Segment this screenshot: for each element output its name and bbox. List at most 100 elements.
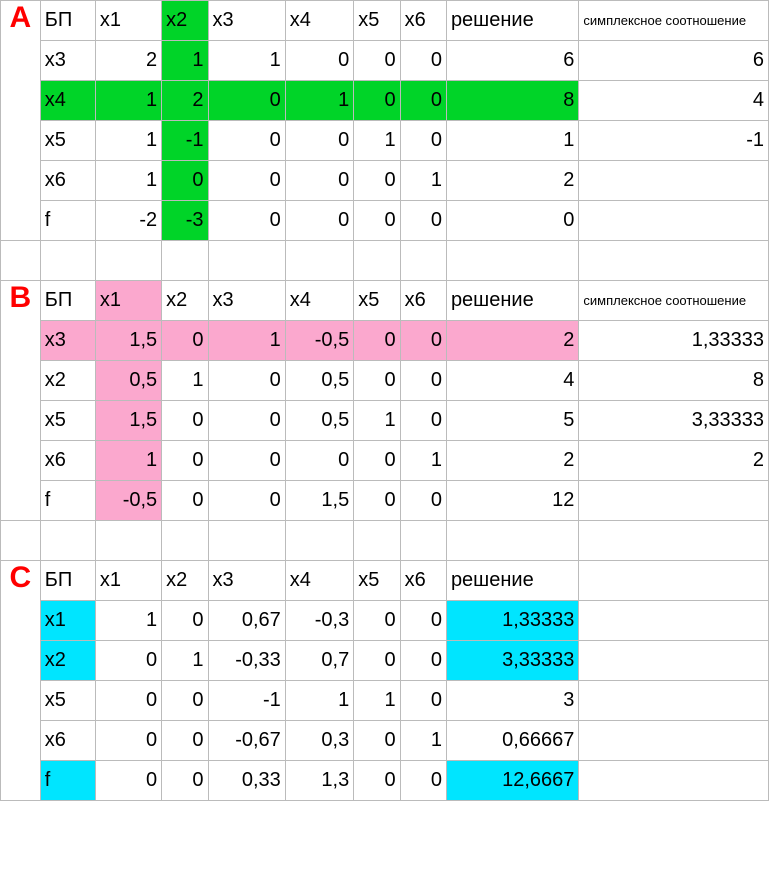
cell-ratio (579, 721, 769, 761)
cell: 0 (208, 201, 285, 241)
cell: 0 (354, 641, 400, 681)
table-row: x4 1 2 0 1 0 0 8 4 (1, 81, 769, 121)
cell: 0 (400, 121, 446, 161)
col-header-x2: x2 (162, 561, 208, 601)
col-header-bp: БП (40, 281, 95, 321)
cell-bp: x5 (40, 681, 95, 721)
cell: 0 (285, 161, 353, 201)
cell: 0 (400, 81, 446, 121)
section-label-a: A (1, 1, 41, 241)
cell-solution: 3 (446, 681, 578, 721)
cell: 1 (354, 681, 400, 721)
cell-solution: 12,6667 (446, 761, 578, 801)
cell-ratio: 6 (579, 41, 769, 81)
col-header-ratio: симплексное соотношение (579, 1, 769, 41)
cell: 0 (354, 321, 400, 361)
cell: 1 (400, 441, 446, 481)
table-row: x6 0 0 -0,67 0,3 0 1 0,66667 (1, 721, 769, 761)
cell: 0 (162, 481, 208, 521)
cell: 0 (400, 201, 446, 241)
cell: 0,5 (285, 361, 353, 401)
cell-solution: 2 (446, 321, 578, 361)
cell: -1 (162, 121, 208, 161)
cell: -3 (162, 201, 208, 241)
cell-bp: x3 (40, 321, 95, 361)
col-header-x6: x6 (400, 1, 446, 41)
cell: 0 (162, 681, 208, 721)
table-b-header-row: B БП x1 x2 x3 x4 x5 x6 решение симплексн… (1, 281, 769, 321)
cell: 0 (354, 361, 400, 401)
col-header-x4: x4 (285, 561, 353, 601)
cell-solution: 0,66667 (446, 721, 578, 761)
cell: 1 (400, 161, 446, 201)
col-header-x1: x1 (95, 561, 161, 601)
col-header-x3: x3 (208, 281, 285, 321)
col-header-x5: x5 (354, 561, 400, 601)
cell-bp: f (40, 481, 95, 521)
col-header-solution: решение (446, 561, 578, 601)
cell: 0 (162, 161, 208, 201)
cell: 0 (95, 681, 161, 721)
cell: 1 (208, 41, 285, 81)
col-header-solution: решение (446, 281, 578, 321)
cell: 0 (208, 441, 285, 481)
cell-solution: 6 (446, 41, 578, 81)
cell-bp: x4 (40, 81, 95, 121)
col-header-x3: x3 (208, 561, 285, 601)
col-header-x5: x5 (354, 281, 400, 321)
col-header-x6: x6 (400, 561, 446, 601)
spacer-row (1, 521, 769, 561)
cell: 0 (285, 441, 353, 481)
cell: 0 (208, 481, 285, 521)
table-c-header-row: C БП x1 x2 x3 x4 x5 x6 решение (1, 561, 769, 601)
cell: -0,33 (208, 641, 285, 681)
cell: 0 (208, 121, 285, 161)
section-label-b: B (1, 281, 41, 521)
cell-ratio: 1,33333 (579, 321, 769, 361)
cell: 0 (285, 41, 353, 81)
col-header-x5: x5 (354, 1, 400, 41)
cell: 0 (354, 201, 400, 241)
cell-solution: 2 (446, 161, 578, 201)
cell-bp: x1 (40, 601, 95, 641)
table-row: x3 1,5 0 1 -0,5 0 0 2 1,33333 (1, 321, 769, 361)
cell-bp: f (40, 201, 95, 241)
col-header-ratio (579, 561, 769, 601)
cell: 1 (162, 41, 208, 81)
cell-bp: x5 (40, 401, 95, 441)
cell: 0 (354, 41, 400, 81)
cell-ratio: 4 (579, 81, 769, 121)
cell: 0 (400, 481, 446, 521)
cell: 0 (400, 361, 446, 401)
table-row: x2 0 1 -0,33 0,7 0 0 3,33333 (1, 641, 769, 681)
cell: 0 (400, 321, 446, 361)
cell: 1 (162, 641, 208, 681)
cell: 1 (95, 81, 161, 121)
cell: 0 (95, 721, 161, 761)
cell: 1 (285, 81, 353, 121)
cell: 0 (354, 161, 400, 201)
cell-solution: 12 (446, 481, 578, 521)
section-label-c: C (1, 561, 41, 801)
cell: 0,33 (208, 761, 285, 801)
cell: 0,67 (208, 601, 285, 641)
cell: 1 (95, 601, 161, 641)
col-header-bp: БП (40, 1, 95, 41)
cell: 0,5 (95, 361, 161, 401)
cell-solution: 4 (446, 361, 578, 401)
cell: 0 (95, 641, 161, 681)
cell: 0 (208, 361, 285, 401)
cell: 1 (95, 161, 161, 201)
cell: 1,5 (95, 321, 161, 361)
cell: 1,5 (95, 401, 161, 441)
col-header-x4: x4 (285, 1, 353, 41)
cell: 0 (400, 681, 446, 721)
cell-bp: f (40, 761, 95, 801)
cell: 2 (162, 81, 208, 121)
cell-solution: 0 (446, 201, 578, 241)
cell-ratio: -1 (579, 121, 769, 161)
col-header-x2: x2 (162, 1, 208, 41)
cell-ratio (579, 201, 769, 241)
col-header-x6: x6 (400, 281, 446, 321)
col-header-bp: БП (40, 561, 95, 601)
